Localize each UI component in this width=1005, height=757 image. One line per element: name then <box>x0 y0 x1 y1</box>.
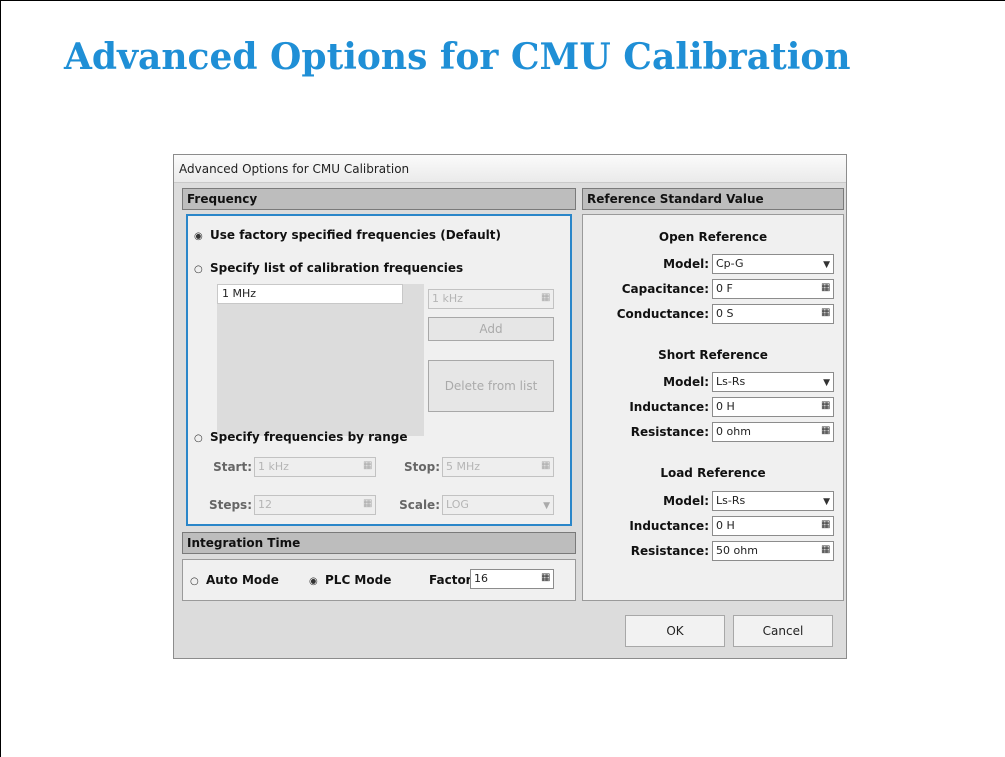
radio-factory-label: Use factory specified frequencies (Defau… <box>210 228 501 242</box>
load-resistance-input[interactable]: 50 ohm ▦ <box>712 541 834 561</box>
stop-label: Stop: <box>403 460 440 474</box>
short-reference-title: Short Reference <box>658 348 768 362</box>
chevron-down-icon[interactable]: ▼ <box>823 374 830 392</box>
short-resistance-label: Resistance: <box>630 425 709 439</box>
advanced-options-dialog: Advanced Options for CMU Calibration Fre… <box>173 154 847 659</box>
radio-range-frequencies[interactable]: ○ Specify frequencies by range <box>194 430 407 444</box>
load-inductance-input[interactable]: 0 H ▦ <box>712 516 834 536</box>
chevron-down-icon: ▼ <box>543 501 550 511</box>
short-inductance-value: 0 H <box>716 400 735 413</box>
calculator-icon[interactable]: ▦ <box>821 307 830 319</box>
stop-input: 5 MHz ▦ <box>442 457 554 477</box>
chevron-down-icon[interactable]: ▼ <box>823 256 830 274</box>
load-model-select[interactable]: Ls-Rs ▼ <box>712 491 834 511</box>
slide-title: Advanced Options for CMU Calibration <box>64 36 851 78</box>
calculator-icon: ▦ <box>363 498 373 509</box>
stop-value: 5 MHz <box>446 460 481 473</box>
load-resistance-label: Resistance: <box>630 544 709 558</box>
steps-input: 12 ▦ <box>254 495 376 515</box>
load-inductance-label: Inductance: <box>629 519 709 533</box>
start-value: 1 kHz <box>258 460 289 473</box>
short-resistance-input[interactable]: 0 ohm ▦ <box>712 422 834 442</box>
delete-from-list-button: Delete from list <box>428 360 554 412</box>
radio-factory-frequencies[interactable]: ◉ Use factory specified frequencies (Defa… <box>194 228 501 242</box>
add-frequency-input: 1 kHz ▦ <box>428 289 554 309</box>
open-conductance-input[interactable]: 0 S ▦ <box>712 304 834 324</box>
auto-mode-label: Auto Mode <box>206 573 279 587</box>
radio-selected-icon: ◉ <box>194 231 203 242</box>
calculator-icon[interactable]: ▦ <box>541 572 550 584</box>
radio-unselected-icon: ○ <box>194 433 203 444</box>
reference-standard-header: Reference Standard Value <box>582 188 844 210</box>
radio-plc-mode[interactable]: ◉ PLC Mode <box>309 573 391 587</box>
factor-label: Factor: <box>429 573 477 587</box>
scale-value: LOG <box>446 498 469 511</box>
open-model-select[interactable]: Cp-G ▼ <box>712 254 834 274</box>
open-capacitance-input[interactable]: 0 F ▦ <box>712 279 834 299</box>
radio-list-frequencies[interactable]: ○ Specify list of calibration frequencies <box>194 261 463 275</box>
steps-value: 12 <box>258 498 272 511</box>
integration-time-header: Integration Time <box>182 532 576 554</box>
radio-unselected-icon: ○ <box>194 264 203 275</box>
radio-selected-icon: ◉ <box>309 576 318 587</box>
ok-button[interactable]: OK <box>625 615 725 647</box>
open-model-value: Cp-G <box>716 257 744 270</box>
open-conductance-value: 0 S <box>716 307 734 320</box>
calculator-icon[interactable]: ▦ <box>821 425 830 437</box>
calculator-icon[interactable]: ▦ <box>821 400 830 412</box>
radio-unselected-icon: ○ <box>190 576 199 587</box>
open-capacitance-value: 0 F <box>716 282 733 295</box>
start-label: Start: <box>213 460 252 474</box>
dialog-titlebar[interactable]: Advanced Options for CMU Calibration <box>174 155 846 183</box>
scale-label: Scale: <box>399 498 440 512</box>
calculator-icon: ▦ <box>541 292 551 303</box>
open-capacitance-label: Capacitance: <box>621 282 709 296</box>
factor-value: 16 <box>474 572 488 585</box>
short-model-value: Ls-Rs <box>716 375 746 388</box>
short-inductance-input[interactable]: 0 H ▦ <box>712 397 834 417</box>
slide-border-top <box>0 0 1005 1</box>
calculator-icon: ▦ <box>363 460 373 471</box>
open-reference-title: Open Reference <box>658 230 768 244</box>
chevron-down-icon[interactable]: ▼ <box>823 493 830 511</box>
open-conductance-label: Conductance: <box>616 307 709 321</box>
add-frequency-value: 1 kHz <box>432 292 463 305</box>
steps-label: Steps: <box>208 498 252 512</box>
short-resistance-value: 0 ohm <box>716 425 751 438</box>
slide-border-left <box>0 0 1 757</box>
plc-mode-label: PLC Mode <box>325 573 392 587</box>
start-input: 1 kHz ▦ <box>254 457 376 477</box>
load-model-value: Ls-Rs <box>716 494 746 507</box>
list-item[interactable]: 1 MHz <box>217 284 403 304</box>
load-model-label: Model: <box>663 494 709 508</box>
radio-auto-mode[interactable]: ○ Auto Mode <box>190 573 279 587</box>
cancel-button[interactable]: Cancel <box>733 615 833 647</box>
factor-input[interactable]: 16 ▦ <box>470 569 554 589</box>
frequency-listbox[interactable]: 1 MHz <box>217 284 424 436</box>
short-inductance-label: Inductance: <box>629 400 709 414</box>
calculator-icon: ▦ <box>541 460 551 471</box>
short-model-select[interactable]: Ls-Rs ▼ <box>712 372 834 392</box>
add-button: Add <box>428 317 554 341</box>
calculator-icon[interactable]: ▦ <box>821 544 830 556</box>
radio-range-label: Specify frequencies by range <box>210 430 408 444</box>
short-model-label: Model: <box>663 375 709 389</box>
scale-select: LOG ▼ <box>442 495 554 515</box>
load-inductance-value: 0 H <box>716 519 735 532</box>
open-model-label: Model: <box>663 257 709 271</box>
calculator-icon[interactable]: ▦ <box>821 519 830 531</box>
calculator-icon[interactable]: ▦ <box>821 282 830 294</box>
frequency-header: Frequency <box>182 188 576 210</box>
load-reference-title: Load Reference <box>660 466 766 480</box>
radio-list-label: Specify list of calibration frequencies <box>210 261 464 275</box>
load-resistance-value: 50 ohm <box>716 544 758 557</box>
